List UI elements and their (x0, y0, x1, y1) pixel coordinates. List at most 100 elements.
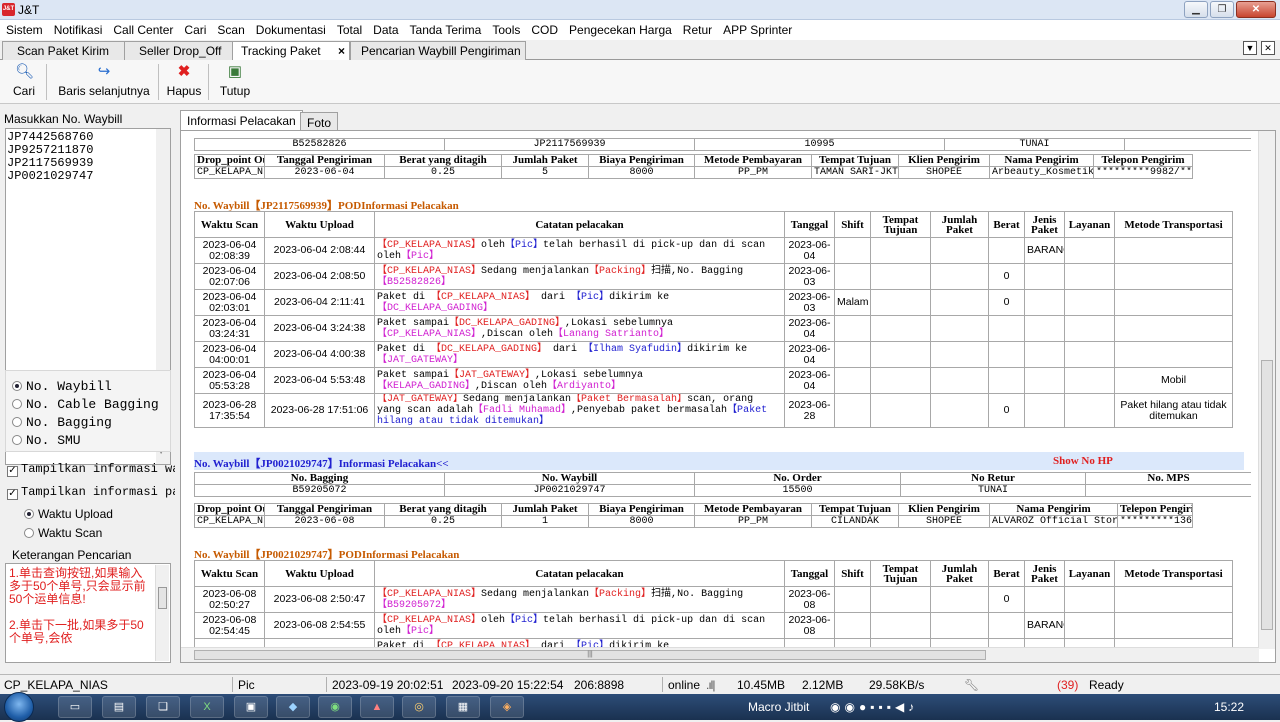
horizontal-scroll-thumb[interactable]: ||| (194, 650, 986, 660)
tab-pencarian-waybill[interactable]: Pencarian Waybill Pengiriman (350, 41, 526, 60)
checkbox-tampilkan-paket[interactable]: ✓Tampilkan informasi paket (7, 485, 175, 500)
track-scan-cell: 2023-06-08 02:50:27 (194, 586, 265, 613)
track-berat-cell (988, 367, 1025, 394)
menu-item[interactable]: COD (525, 20, 563, 37)
tracking-content: B52582826 JP2117569939 10995 TUNAI Drop_poin… (180, 130, 1276, 663)
hapus-button[interactable]: ✖ Hapus (164, 62, 204, 102)
column-header: Layanan (1064, 211, 1115, 238)
track-metode-cell (1114, 586, 1233, 613)
taskbar-folder-icon[interactable]: ❏ (146, 696, 180, 718)
table-cell: 0.25 (384, 166, 502, 179)
tab-list-dropdown-icon[interactable]: ▼ (1243, 41, 1257, 55)
menu-item[interactable]: APP Sprinter (717, 20, 797, 37)
radio-no-cable-bagging[interactable]: No. Cable Bagging (12, 397, 159, 412)
tab-close-icon[interactable]: × (338, 44, 345, 58)
horizontal-scrollbar[interactable]: ||| (181, 647, 1259, 662)
taskbar-explorer-icon[interactable]: ▭ (58, 696, 92, 718)
taskbar-app-icon[interactable]: ▣ (234, 696, 268, 718)
tutup-button[interactable]: ▣ Tutup (216, 62, 254, 102)
column-header: Tanggal Pengiriman (264, 154, 385, 167)
track-row[interactable]: 2023-06-04 04:00:01 2023-06-04 4:00:38 Pak… (194, 341, 1233, 368)
column-header: Telepon Pengirim (1093, 154, 1193, 167)
pkg2-info-title[interactable]: No. Waybill【JP0021029747】Informasi Pelac… (194, 455, 449, 471)
menu-item[interactable]: Data (367, 20, 403, 37)
track-tgl-cell: 2023-06-03 (784, 263, 835, 290)
tab-scan-paket-kirim[interactable]: Scan Paket Kirim (2, 41, 126, 60)
column-header: Layanan (1064, 560, 1115, 587)
tab-informasi-pelacakan[interactable]: Informasi Pelacakan (180, 110, 303, 132)
track-row[interactable]: 2023-06-04 02:08:39 2023-06-04 2:08:44 【CP… (194, 237, 1233, 264)
taskbar-app3-icon[interactable]: ◈ (490, 696, 524, 718)
tracking-scroll-area: B52582826 JP2117569939 10995 TUNAI Drop_poin… (194, 131, 1251, 649)
vertical-scroll-thumb[interactable] (1261, 360, 1273, 630)
track-note-cell: 【CP_KELAPA_NIAS】oleh【Pic】telah berhasil … (374, 612, 785, 639)
menu-item[interactable]: Total (331, 20, 367, 37)
exit-door-icon: ▣ (227, 63, 243, 80)
maximize-button[interactable]: ❐ (1210, 1, 1234, 18)
radio-no-bagging[interactable]: No. Bagging (12, 415, 112, 430)
track-shift-cell (834, 367, 871, 394)
close-window-button[interactable]: ✕ (1236, 1, 1276, 18)
column-header: Jumlah Paket (930, 560, 989, 587)
status-user: Pic (238, 678, 255, 692)
tray-icons[interactable]: ◉◉●▪▪▪◀♪ (830, 700, 918, 714)
taskbar-app2-icon[interactable]: ▦ (446, 696, 480, 718)
status-ready: Ready (1089, 678, 1124, 692)
menu-item[interactable]: Cari (178, 20, 211, 37)
taskbar-whatsapp-icon[interactable]: ◉ (318, 696, 352, 718)
track-jumlah-cell (930, 289, 989, 316)
tab-label: Seller Drop_Off (139, 44, 222, 58)
tutup-label: Tutup (219, 84, 251, 98)
track-row[interactable]: 2023-06-08 02:50:27 2023-06-08 2:50:47 【CP… (194, 586, 1233, 613)
radio-no-smu[interactable]: No. SMU (12, 433, 81, 448)
cari-button[interactable]: 🔍︎ Cari (8, 62, 40, 102)
waybill-input-label: Masukkan No. Waybill (4, 112, 123, 126)
menu-item[interactable]: Call Center (107, 20, 178, 37)
menu-item[interactable]: Pengecekan Harga (563, 20, 677, 37)
table-cell (1085, 484, 1251, 497)
status-count: (39) (1057, 678, 1079, 692)
track-scan-cell: 2023-06-28 17:35:54 (194, 393, 265, 428)
tab-foto[interactable]: Foto (300, 112, 339, 132)
track-jumlah-cell (930, 263, 989, 290)
table-cell: 2023-06-08 (264, 515, 385, 528)
radio-waktu-scan[interactable]: Waktu Scan (24, 526, 102, 540)
checkbox-tampilkan-waybill[interactable]: ✓Tampilkan informasi waybill (7, 462, 175, 477)
track-row[interactable]: 2023-06-04 05:53:28 2023-06-04 5:53:48 Pak… (194, 367, 1233, 394)
track-upload-cell: 2023-06-04 3:24:38 (264, 315, 375, 342)
menu-item[interactable]: Retur (677, 20, 717, 37)
pkg2-header1-row: No. Bagging No. Waybill No. Order No Retur N… (194, 472, 1251, 485)
menu-item[interactable]: Dokumentasi (250, 20, 331, 37)
radio-no-waybill[interactable]: No. Waybill (12, 379, 112, 394)
baris-selanjutnya-button[interactable]: ↪ Baris selanjutnya (54, 62, 154, 102)
menu-item[interactable]: Notifikasi (48, 20, 108, 37)
track-row[interactable]: 2023-06-04 02:07:06 2023-06-04 2:08:50 【CP… (194, 263, 1233, 290)
taskbar-jnt-icon[interactable]: ▲ (360, 696, 394, 718)
menu-item[interactable]: Scan (211, 20, 249, 37)
track-row[interactable]: 2023-06-28 17:35:54 2023-06-28 17:51:06 【J… (194, 393, 1233, 428)
tab-tracking-paket[interactable]: Tracking Paket × (232, 41, 350, 61)
column-header: Tempat Tujuan (811, 154, 899, 167)
table-cell: JP0021029747 (444, 484, 695, 497)
taskbar-chrome-icon[interactable]: ◎ (402, 696, 436, 718)
taskbar-excel-icon[interactable]: X (190, 696, 224, 718)
taskbar-edge-icon[interactable]: ◆ (276, 696, 310, 718)
keterangan-scrollbar[interactable] (155, 565, 169, 661)
tab-label: Pencarian Waybill Pengiriman (361, 44, 521, 58)
column-header: Tanggal (784, 560, 835, 587)
taskbar-notepad-icon[interactable]: ▤ (102, 696, 136, 718)
vertical-scrollbar[interactable] (1258, 131, 1275, 649)
checkbox-label: Tampilkan informasi paket (21, 485, 175, 499)
menu-item[interactable]: Tanda Terima (404, 20, 487, 37)
tab-close-all-icon[interactable]: ✕ (1261, 41, 1275, 55)
track-row[interactable]: 2023-06-04 03:24:31 2023-06-04 3:24:38 Pak… (194, 315, 1233, 342)
tab-seller-drop-off[interactable]: Seller Drop_Off (124, 41, 234, 60)
track-row[interactable]: 2023-06-04 02:03:01 2023-06-04 2:11:41 Pak… (194, 289, 1233, 316)
minimize-button[interactable]: ▁ (1184, 1, 1208, 18)
start-button[interactable] (4, 692, 34, 722)
menu-item[interactable]: Sistem (0, 20, 48, 37)
radio-waktu-upload[interactable]: Waktu Upload (24, 507, 113, 521)
show-no-hp-link[interactable]: Show No HP (1053, 455, 1113, 467)
menu-item[interactable]: Tools (486, 20, 525, 37)
track-row[interactable]: 2023-06-08 02:54:45 2023-06-08 2:54:55 【CP… (194, 612, 1233, 639)
